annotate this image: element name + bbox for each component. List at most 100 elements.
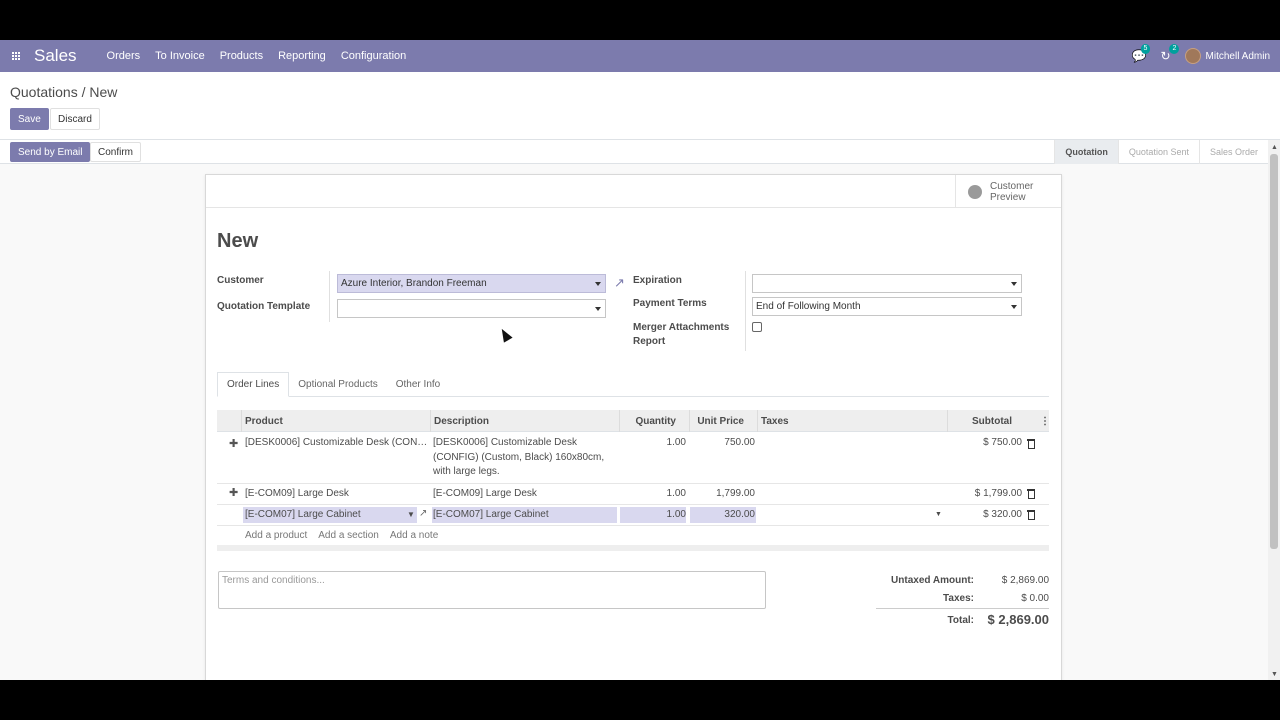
row-subtotal: $ 750.00	[983, 437, 1022, 448]
column-divider	[241, 410, 242, 432]
globe-icon	[968, 184, 982, 199]
customer-value: Azure Interior, Brandon Freeman	[341, 278, 487, 289]
drag-handle-icon[interactable]: ✚	[229, 437, 238, 450]
column-subtotal[interactable]: Subtotal	[947, 410, 1012, 432]
taxes-label: Taxes:	[943, 593, 974, 604]
stage-pipeline: Quotation Quotation Sent Sales Order	[1054, 140, 1268, 164]
record-title: New	[217, 230, 259, 252]
tab-order-lines[interactable]: Order Lines	[217, 372, 290, 397]
column-taxes[interactable]: Taxes	[761, 410, 789, 432]
activities-icon[interactable]: ↻ 2	[1160, 44, 1180, 63]
caret-down-icon[interactable]: ▼	[407, 508, 415, 523]
column-divider	[757, 410, 758, 432]
column-unit-price[interactable]: Unit Price	[689, 410, 744, 432]
avatar	[1184, 48, 1201, 64]
customer-preview-label: Customer Preview	[990, 180, 1034, 203]
user-name: Mitchell Admin	[1205, 50, 1270, 62]
stage-quotation[interactable]: Quotation	[1054, 140, 1118, 164]
app-brand[interactable]: Sales	[34, 46, 77, 66]
optional-columns-icon[interactable]: ⋮	[1040, 410, 1050, 432]
table-row[interactable]: ✚ [DESK0006] Customizable Desk (CON… [DE…	[217, 433, 1049, 484]
confirm-button[interactable]: Confirm	[90, 142, 142, 162]
activities-badge: 2	[1169, 44, 1180, 54]
row-description[interactable]: [DESK0006] Customizable Desk (CONFIG) (C…	[433, 436, 613, 480]
apps-menu-icon[interactable]	[0, 40, 32, 72]
column-quantity[interactable]: Quantity	[619, 410, 676, 432]
menu-orders[interactable]: Orders	[107, 50, 141, 62]
row-product[interactable]: [E-COM09] Large Desk	[245, 487, 349, 502]
table-footer	[217, 545, 1049, 551]
scroll-up-icon[interactable]: ▲	[1271, 144, 1278, 151]
table-row-editing[interactable]: [E-COM07] Large Cabinet ▼ ↗ [E-COM07] La…	[217, 505, 1049, 526]
row-unit-price[interactable]: 750.00	[689, 436, 755, 451]
left-group-separator	[329, 271, 330, 322]
drag-handle-icon[interactable]: ✚	[229, 486, 238, 499]
terms-and-conditions-input[interactable]: Terms and conditions...	[218, 571, 766, 609]
scrollbar-thumb[interactable]	[1270, 154, 1278, 549]
row-product[interactable]: [DESK0006] Customizable Desk (CON…	[245, 436, 427, 451]
breadcrumb-quotations[interactable]: Quotations	[10, 84, 78, 100]
tab-other-info[interactable]: Other Info	[387, 372, 449, 397]
payment-terms-value: End of Following Month	[756, 301, 861, 312]
customer-preview-button[interactable]: Customer Preview	[955, 175, 1061, 208]
save-button[interactable]: Save	[10, 108, 49, 130]
row-description[interactable]: [E-COM07] Large Cabinet	[433, 508, 549, 523]
external-link-icon[interactable]: ↗	[419, 507, 427, 522]
menu-products[interactable]: Products	[220, 50, 263, 62]
trash-icon[interactable]	[1027, 510, 1035, 520]
table-row[interactable]: ✚ [E-COM09] Large Desk [E-COM09] Large D…	[217, 484, 1049, 505]
stage-quotation-sent[interactable]: Quotation Sent	[1117, 140, 1199, 164]
notebook-tabs: Order Lines Optional Products Other Info	[217, 372, 1049, 397]
menu-reporting[interactable]: Reporting	[278, 50, 326, 62]
expiration-date-field[interactable]	[752, 274, 1022, 293]
add-line-links: Add a product Add a section Add a note	[245, 530, 438, 541]
row-unit-price[interactable]: 1,799.00	[689, 487, 755, 502]
tab-optional-products[interactable]: Optional Products	[289, 372, 387, 397]
row-subtotal: $ 320.00	[983, 509, 1022, 520]
row-quantity[interactable]: 1.00	[619, 508, 686, 523]
chevron-down-icon	[595, 307, 601, 311]
stage-sales-order[interactable]: Sales Order	[1198, 140, 1268, 164]
totals-divider	[876, 608, 1049, 609]
breadcrumb: Quotations / New	[10, 84, 117, 100]
total-label: Total:	[947, 615, 974, 626]
control-panel: Quotations / New Save Discard	[0, 72, 1280, 140]
add-note-link[interactable]: Add a note	[390, 530, 438, 541]
row-unit-price[interactable]: 320.00	[689, 508, 755, 523]
quotation-template-label: Quotation Template	[217, 301, 311, 312]
column-product[interactable]: Product	[245, 410, 283, 432]
payment-terms-select[interactable]: End of Following Month	[752, 297, 1022, 316]
menu-configuration[interactable]: Configuration	[341, 50, 406, 62]
taxes-dropdown-icon[interactable]: ▼	[935, 508, 942, 523]
scroll-down-icon[interactable]: ▼	[1271, 671, 1278, 678]
column-description[interactable]: Description	[434, 410, 489, 432]
breadcrumb-current: New	[89, 84, 118, 100]
add-section-link[interactable]: Add a section	[318, 530, 379, 541]
button-box: Customer Preview	[206, 175, 1061, 208]
page-scrollbar[interactable]: ▲ ▼	[1268, 140, 1280, 680]
trash-icon[interactable]	[1027, 439, 1035, 449]
row-description[interactable]: [E-COM09] Large Desk	[433, 487, 537, 502]
status-bar: Send by Email Confirm Quotation Quotatio…	[0, 140, 1280, 164]
expiration-label: Expiration	[633, 275, 682, 286]
external-link-icon[interactable]: ↗	[614, 275, 625, 291]
row-product[interactable]: [E-COM07] Large Cabinet	[245, 508, 361, 523]
trash-icon[interactable]	[1027, 489, 1035, 499]
send-by-email-button[interactable]: Send by Email	[10, 142, 91, 162]
row-quantity[interactable]: 1.00	[619, 487, 686, 502]
discard-button[interactable]: Discard	[50, 108, 100, 130]
customer-select[interactable]: Azure Interior, Brandon Freeman	[337, 274, 606, 293]
order-lines-header: Product Description Quantity Unit Price …	[217, 410, 1050, 432]
customer-label: Customer	[217, 275, 264, 286]
add-product-link[interactable]: Add a product	[245, 530, 307, 541]
untaxed-amount-value: $ 2,869.00	[1001, 575, 1049, 586]
merger-attachments-label: Merger Attachments Report	[633, 322, 730, 347]
chevron-down-icon	[595, 282, 601, 286]
messages-icon[interactable]: 💬 5	[1132, 44, 1151, 63]
menu-to-invoice[interactable]: To Invoice	[155, 50, 205, 62]
quotation-template-select[interactable]	[337, 299, 606, 318]
merger-attachments-checkbox[interactable]	[752, 322, 762, 332]
screen-bottom-border	[0, 680, 1280, 720]
row-quantity[interactable]: 1.00	[619, 436, 686, 451]
user-menu[interactable]: Mitchell Admin	[1184, 48, 1270, 64]
